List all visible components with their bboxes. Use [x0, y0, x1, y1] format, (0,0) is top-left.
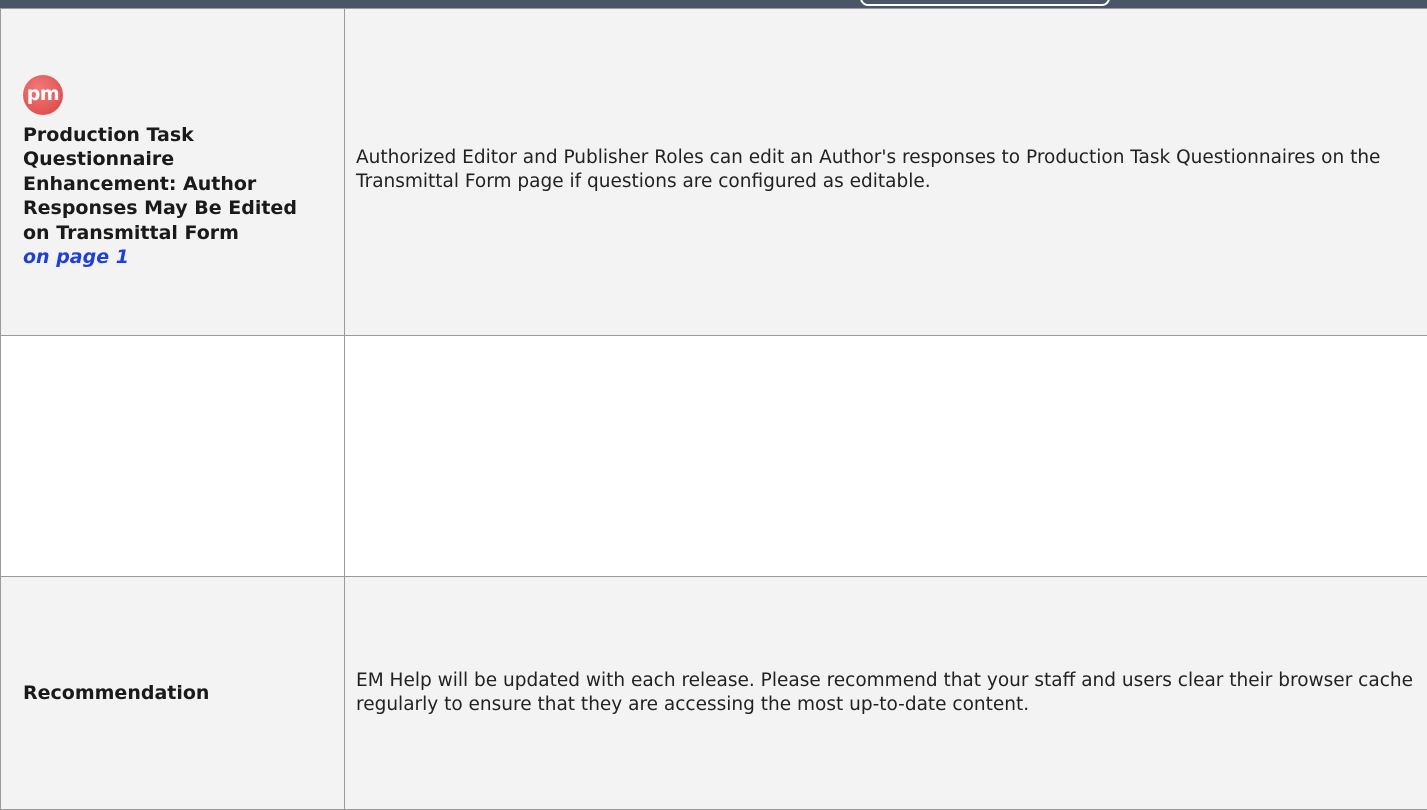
description-cell: Authorized Editor and Publisher Roles ca… [345, 9, 1427, 336]
table-row: pm Production Task Questionnaire Enhance… [1, 9, 1427, 336]
empty-cell-left [1, 336, 345, 577]
recommendation-text: EM Help will be updated with each releas… [356, 669, 1427, 718]
recommendation-label-cell: Recommendation [1, 577, 345, 810]
empty-cell-right [345, 336, 1427, 577]
pm-badge-icon: pm [23, 75, 63, 115]
page-link[interactable]: on page 1 [23, 245, 326, 270]
release-notes-table: pm Production Task Questionnaire Enhance… [0, 8, 1427, 810]
table-row: Recommendation EM Help will be updated w… [1, 577, 1427, 810]
header-bar [0, 0, 1427, 8]
header-partial-title-box [860, 0, 1110, 6]
feature-cell: pm Production Task Questionnaire Enhance… [1, 9, 345, 336]
table-row [1, 336, 1427, 577]
feature-title: Production Task Questionnaire Enhancemen… [23, 123, 326, 246]
recommendation-text-cell: EM Help will be updated with each releas… [345, 577, 1427, 810]
feature-description: Authorized Editor and Publisher Roles ca… [356, 146, 1427, 195]
recommendation-label: Recommendation [1, 682, 344, 704]
